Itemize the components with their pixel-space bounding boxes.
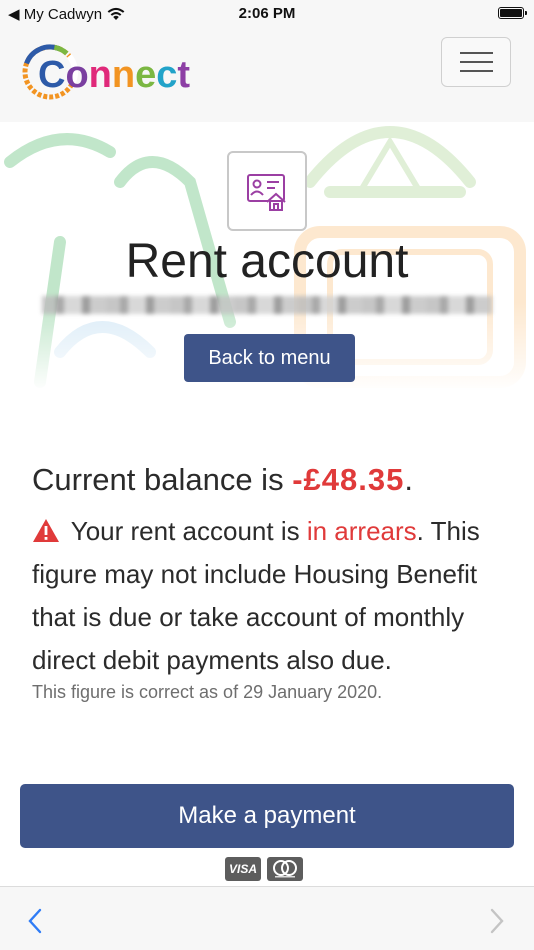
balance-prefix: Current balance is xyxy=(32,462,293,497)
page-title: Rent account xyxy=(125,235,409,288)
balance-amount: -£48.35 xyxy=(292,462,405,497)
current-balance: Current balance is -£48.35. xyxy=(32,462,413,498)
visa-icon: VISA xyxy=(225,857,261,881)
menu-button[interactable] xyxy=(441,37,511,87)
logo-letter: o xyxy=(65,54,89,96)
logo-letter: n xyxy=(111,54,136,96)
back-to-menu-button[interactable]: Back to menu xyxy=(184,334,355,382)
logo-letter: n xyxy=(88,54,112,96)
logo-letter: c xyxy=(156,54,178,96)
balance-suffix: . xyxy=(404,462,413,497)
status-time: 2:06 PM xyxy=(238,5,296,22)
logo-letter: e xyxy=(135,54,157,96)
card-logos: VISA xyxy=(225,857,303,881)
mastercard-icon xyxy=(267,857,303,881)
app-header: Connect xyxy=(0,28,534,122)
hamburger-icon-bar xyxy=(460,61,493,63)
arrears-text-before: Your rent account is xyxy=(64,516,307,546)
chevron-left-icon[interactable] xyxy=(26,907,44,935)
logo-text[interactable]: Connect xyxy=(38,54,190,97)
redacted-address xyxy=(42,296,492,314)
warning-icon xyxy=(33,519,59,542)
rent-account-icon xyxy=(227,151,307,231)
arrears-notice: Your rent account is in arrears. This fi… xyxy=(32,510,512,682)
arrears-highlight: in arrears xyxy=(306,516,417,546)
battery-icon xyxy=(498,7,527,19)
balance-date-note: This figure is correct as of 29 January … xyxy=(32,682,383,702)
hamburger-icon-bar xyxy=(460,70,493,72)
status-bar: ◀ My Cadwyn 2:06 PM xyxy=(0,0,534,28)
make-payment-button[interactable]: Make a payment xyxy=(20,784,514,848)
hero-section: Rent account Back to menu xyxy=(0,122,534,392)
browser-bottom-bar xyxy=(0,886,534,950)
logo-letter: t xyxy=(177,54,191,96)
logo-letter: C xyxy=(38,54,66,96)
hamburger-icon xyxy=(460,52,493,54)
chevron-right-icon[interactable] xyxy=(488,907,506,935)
